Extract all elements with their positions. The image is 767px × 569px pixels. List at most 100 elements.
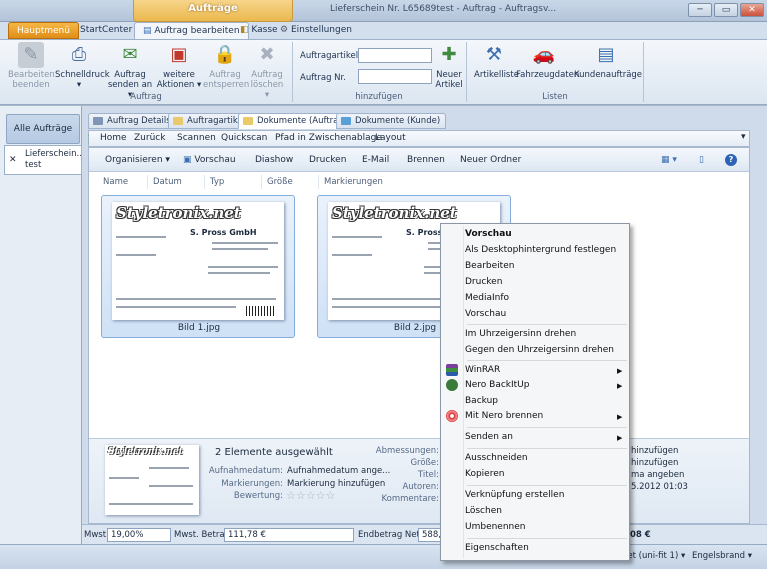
neuer-artikel-button[interactable]: ✚ Neuer Artikel — [434, 42, 464, 90]
nero-backitup-icon — [446, 379, 458, 391]
mwst-field[interactable]: 19,00% — [107, 528, 171, 542]
file-thumbnail[interactable]: Styletronix.net S. Pross GmbH Bild 1.jpg — [101, 195, 295, 338]
car-icon: 🚗 — [532, 44, 556, 65]
bottom-status-bar: net (uni-fit 1) ▾ Engelsbrand ▾ — [0, 544, 767, 569]
preview-button[interactable]: ▣ Vorschau — [183, 155, 236, 165]
totals-bar: Mwst. 19,00% Mwst. Betrag 111,78 € Endbe… — [82, 524, 767, 544]
menu-separator — [467, 448, 627, 449]
menu-kopieren[interactable]: Kopieren — [465, 469, 504, 479]
menu-rotate-counterclockwise[interactable]: Gegen den Uhrzeigersinn drehen — [465, 345, 614, 355]
selection-count: 2 Elemente ausgewählt — [215, 447, 333, 458]
schnelldruck-button[interactable]: ⎙ Schnelldruck ▾ — [55, 42, 110, 90]
location-selector[interactable]: Engelsbrand ▾ — [692, 551, 752, 561]
tab-auftrag-details[interactable]: Auftrag Details — [88, 113, 177, 129]
mwst-betrag-field: 111,78 € — [224, 528, 354, 542]
tab-einstellungen[interactable]: ⚙ Einstellungen — [272, 22, 360, 39]
artikelliste-button[interactable]: ⚒ Artikelliste — [474, 42, 519, 80]
menu-eigenschaften[interactable]: Eigenschaften — [465, 543, 529, 553]
new-folder-button[interactable]: Neuer Ordner — [460, 155, 521, 165]
menu-vorschau-2[interactable]: Vorschau — [465, 309, 506, 319]
menu-separator — [467, 324, 627, 325]
window-title: Lieferschein Nr. L65689test - Auftrag - … — [330, 4, 557, 14]
nav-layout[interactable]: Layout — [375, 133, 406, 143]
auftrag-nr-label: Auftrag Nr. — [300, 73, 346, 83]
tab-hauptmenu[interactable]: Hauptmenü — [8, 22, 79, 39]
menu-ausschneiden[interactable]: Ausschneiden — [465, 453, 528, 463]
menu-bearbeiten[interactable]: Bearbeiten — [465, 261, 514, 271]
endbetrag-field: 588, — [418, 528, 442, 542]
nav-home[interactable]: Home — [100, 133, 127, 143]
details-thumbnail: Styletronix.net — [105, 445, 199, 515]
organize-button[interactable]: Organisieren ▾ — [105, 155, 170, 165]
slideshow-button[interactable]: Diashow — [255, 155, 293, 165]
menu-umbenennen[interactable]: Umbenennen — [465, 522, 526, 532]
nero-burn-icon — [446, 410, 458, 422]
winrar-icon — [446, 364, 458, 376]
menu-nero-backitup[interactable]: Nero BackItUp — [465, 380, 529, 390]
connection-selector[interactable]: net (uni-fit 1) ▾ — [622, 551, 685, 561]
nav-path-clipboard[interactable]: Pfad in Zwischenablage — [275, 133, 382, 143]
menu-desktophintergrund[interactable]: Als Desktophintergrund festlegen — [465, 245, 616, 255]
ribbon: ✎ Bearbeiten beenden ⎙ Schnelldruck ▾ ✉ Auft… — [0, 39, 767, 105]
menu-separator — [467, 538, 627, 539]
details-icon — [93, 117, 103, 125]
nav-scan[interactable]: Scannen — [177, 133, 216, 143]
nav-back[interactable]: Zurück — [134, 133, 165, 143]
column-divider — [261, 175, 262, 189]
chevron-down-icon[interactable]: ▾ — [741, 132, 746, 142]
list-icon: ⚒ — [485, 44, 503, 65]
close-button[interactable]: ✕ — [740, 3, 764, 17]
close-icon[interactable]: ✕ — [9, 155, 17, 165]
email-button[interactable]: E-Mail — [362, 155, 389, 165]
column-tags[interactable]: Markierungen — [324, 177, 383, 187]
open-document-item[interactable]: ✕ Lieferschein... test — [4, 145, 85, 175]
preview-pane-icon[interactable]: ▯ — [699, 155, 704, 165]
help-icon[interactable]: ? — [725, 154, 737, 166]
view-options-icon[interactable]: ▦ ▾ — [661, 155, 677, 165]
menu-separator — [467, 485, 627, 486]
column-divider — [204, 175, 205, 189]
menu-separator — [467, 427, 627, 428]
print-button[interactable]: Drucken — [309, 155, 346, 165]
fahrzeugdaten-button[interactable]: 🚗 Fahrzeugdaten — [516, 42, 579, 80]
lock-icon: 🔒 — [213, 44, 237, 65]
submenu-arrow-icon: ▶ — [617, 434, 623, 442]
menu-nero-brennen[interactable]: Mit Nero brennen — [465, 411, 543, 421]
menu-loeschen[interactable]: Löschen — [465, 506, 502, 516]
tab-dokumente-kunde[interactable]: Dokumente (Kunde) — [336, 113, 447, 129]
folder-icon — [341, 117, 351, 125]
group-label-auftrag: Auftrag — [130, 92, 162, 102]
menu-mediainfo[interactable]: MediaInfo — [465, 293, 509, 303]
command-bar: Organisieren ▾ ▣ Vorschau Diashow Drucke… — [89, 148, 749, 172]
menu-rotate-clockwise[interactable]: Im Uhrzeigersinn drehen — [465, 329, 576, 339]
alle-auftraege-button[interactable]: Alle Aufträge — [6, 114, 80, 144]
column-size[interactable]: Größe — [267, 177, 293, 187]
submenu-arrow-icon: ▶ — [617, 413, 623, 421]
image-icon: ▣ — [183, 155, 195, 165]
ribbon-tabs: Hauptmenü StartCenter ▤ Auftrag bearbeit… — [0, 22, 767, 39]
minimize-button[interactable]: ─ — [688, 3, 712, 17]
menu-vorschau[interactable]: Vorschau — [465, 229, 512, 239]
menu-drucken[interactable]: Drucken — [465, 277, 502, 287]
menu-senden-an[interactable]: Senden an — [465, 432, 513, 442]
column-name[interactable]: Name — [103, 177, 128, 187]
kundenauftraege-button[interactable]: ▤ Kundenaufträge — [574, 42, 642, 80]
image-preview: Styletronix.net S. Pross GmbH — [112, 202, 284, 320]
actions-icon: ▣ — [170, 44, 188, 65]
maximize-button[interactable]: ▭ — [714, 3, 738, 17]
menu-backup[interactable]: Backup — [465, 396, 498, 406]
column-date[interactable]: Datum — [153, 177, 182, 187]
burn-button[interactable]: Brennen — [407, 155, 445, 165]
folder-icon — [243, 117, 253, 125]
rating-stars[interactable]: ☆☆☆☆☆ — [286, 489, 335, 502]
auftrag-nr-input[interactable] — [358, 69, 432, 84]
column-type[interactable]: Typ — [210, 177, 224, 187]
bearbeiten-beenden-button[interactable]: ✎ Bearbeiten beenden — [8, 42, 55, 90]
tab-startcenter[interactable]: StartCenter — [72, 22, 140, 39]
artikel-id-input[interactable] — [358, 48, 432, 63]
nav-quickscan[interactable]: Quickscan — [221, 133, 267, 143]
auftrag-entsperren-button[interactable]: 🔒 Auftrag entsperren — [203, 42, 249, 90]
menu-winrar[interactable]: WinRAR — [465, 365, 500, 375]
weitere-aktionen-button[interactable]: ▣ weitere Aktionen ▾ — [156, 42, 202, 90]
menu-verknuepfung[interactable]: Verknüpfung erstellen — [465, 490, 564, 500]
